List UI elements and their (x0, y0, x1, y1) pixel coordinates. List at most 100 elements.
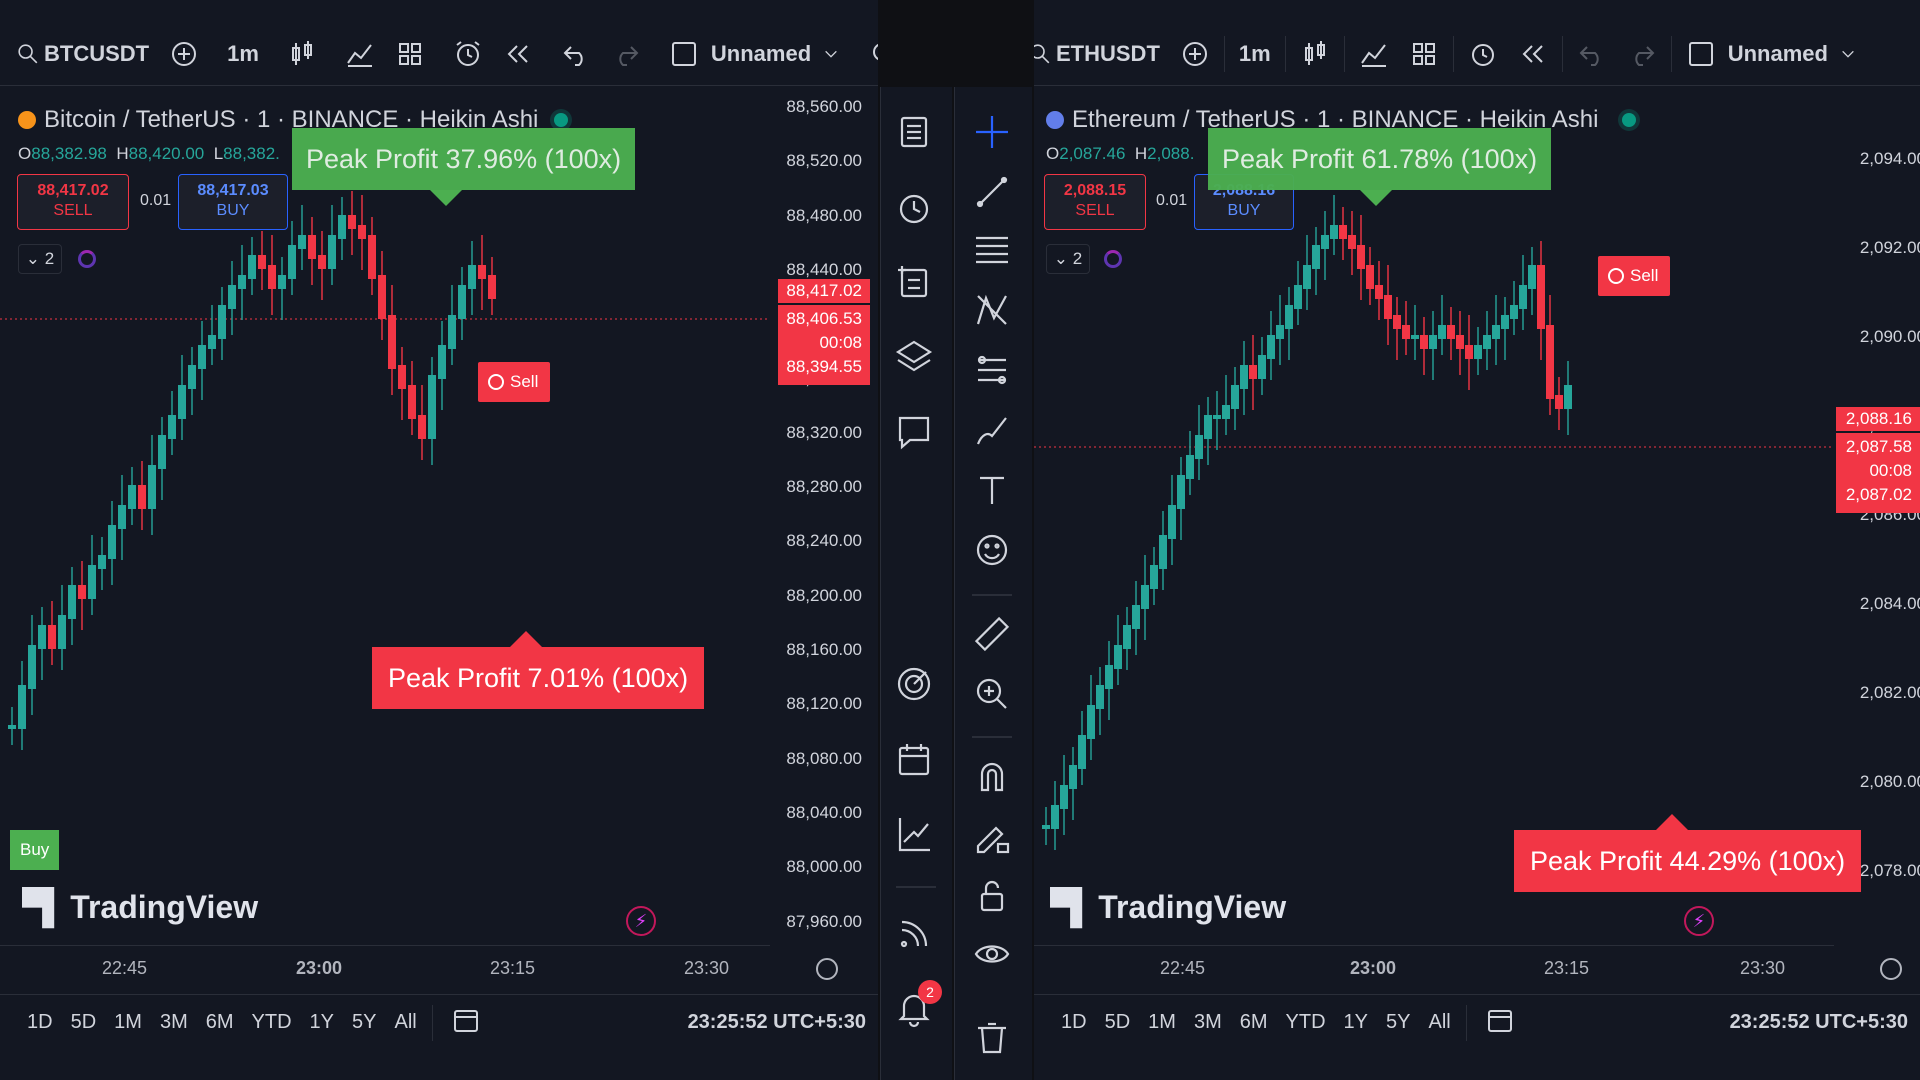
pattern-icon[interactable] (972, 290, 1012, 330)
left-range-6m[interactable]: 6M (197, 1011, 243, 1034)
right-range-1d[interactable]: 1D (1052, 1011, 1096, 1034)
chevron-down-icon (825, 50, 837, 58)
right-qty: 0.01 (1156, 192, 1188, 209)
left-range-all[interactable]: All (385, 1011, 425, 1034)
right-replay-button[interactable] (1508, 32, 1558, 76)
right-time-axis[interactable]: 22:45 23:00 23:15 23:30 (1034, 945, 1834, 987)
left-range-5y[interactable]: 5Y (343, 1011, 385, 1034)
right-compare-button[interactable] (1170, 32, 1220, 76)
left-buy-button[interactable]: 88,417.03 BUY (178, 174, 288, 230)
left-templates-button[interactable] (385, 32, 435, 76)
left-compare-button[interactable] (159, 32, 209, 76)
layers-icon[interactable] (894, 336, 934, 376)
left-symbol-search[interactable]: BTCUSDT (0, 32, 159, 76)
left-chart-type-button[interactable] (277, 32, 327, 76)
left-alert-button[interactable] (443, 32, 493, 76)
ideas-chart-icon[interactable] (894, 814, 934, 854)
right-candle (1195, 435, 1203, 459)
left-range-1d[interactable]: 1D (18, 1011, 62, 1034)
right-indicators-toggle[interactable]: ⌄ 2 (1046, 244, 1090, 274)
left-candle (418, 415, 426, 439)
right-range-5y[interactable]: 5Y (1377, 1011, 1419, 1034)
left-quick-search-button[interactable] (859, 32, 878, 76)
right-symbol-search[interactable]: ETHUSDT (1034, 32, 1170, 76)
right-candle (1339, 225, 1347, 239)
right-goto-date-button[interactable] (1485, 1005, 1515, 1041)
left-range-3m[interactable]: 3M (151, 1011, 197, 1034)
right-candle (1096, 685, 1104, 709)
left-candle (58, 615, 66, 649)
right-alert-button[interactable] (1458, 32, 1508, 76)
right-indicators-button[interactable] (1349, 32, 1399, 76)
right-interval-button[interactable]: 1m (1229, 32, 1281, 76)
right-candle (1528, 265, 1536, 289)
pencil-lock-icon[interactable] (972, 816, 1012, 856)
right-candle (1366, 265, 1374, 289)
left-redo-button[interactable] (601, 32, 651, 76)
right-undo-button[interactable] (1567, 32, 1617, 76)
zoom-in-icon[interactable] (972, 674, 1012, 714)
left-chart-area[interactable] (0, 87, 878, 987)
right-candle (1150, 565, 1158, 589)
right-range-all[interactable]: All (1419, 1011, 1459, 1034)
right-chart-type-button[interactable] (1290, 32, 1340, 76)
right-candle (1492, 325, 1500, 339)
chat-icon[interactable] (894, 412, 934, 452)
right-range-1y[interactable]: 1Y (1335, 1011, 1377, 1034)
right-range-1m[interactable]: 1M (1139, 1011, 1185, 1034)
right-range-5d[interactable]: 5D (1096, 1011, 1140, 1034)
forecast-icon[interactable] (972, 350, 1012, 390)
left-range-1m[interactable]: 1M (105, 1011, 151, 1034)
alerts-clock-icon[interactable] (894, 188, 934, 228)
calendar-icon[interactable] (894, 740, 934, 780)
left-sell-button[interactable]: 88,417.02 SELL (17, 174, 129, 230)
left-range-5d[interactable]: 5D (62, 1011, 106, 1034)
right-lightning-icon[interactable]: ⚡ (1684, 906, 1714, 936)
right-range-3m[interactable]: 3M (1185, 1011, 1231, 1034)
left-indicators-button[interactable] (335, 32, 385, 76)
right-redo-button[interactable] (1617, 32, 1667, 76)
target-icon[interactable] (894, 664, 934, 704)
left-goto-date-button[interactable] (451, 1005, 481, 1041)
left-interval-button[interactable]: 1m (217, 32, 269, 76)
right-layout-button[interactable]: Unnamed (1676, 32, 1868, 76)
trend-line-icon[interactable] (972, 172, 1012, 212)
left-range-ytd[interactable]: YTD (243, 1011, 301, 1034)
watchlist-icon[interactable] (894, 112, 934, 152)
left-buy-label: BUY (216, 202, 250, 219)
right-templates-button[interactable] (1399, 32, 1449, 76)
left-candle (198, 345, 206, 369)
left-undo-button[interactable] (551, 32, 601, 76)
right-range-6m[interactable]: 6M (1231, 1011, 1277, 1034)
left-candle (18, 685, 26, 729)
left-indicators-toggle[interactable]: ⌄ 2 (18, 244, 62, 274)
ruler-icon[interactable] (972, 614, 1012, 654)
right-sell-button[interactable]: 2,088.15 SELL (1044, 174, 1146, 230)
left-replay-button[interactable] (493, 32, 543, 76)
text-tool-icon[interactable] (972, 470, 1012, 510)
left-price-axis-label: 88,040.00 (786, 802, 862, 822)
right-clock[interactable]: 23:25:52 UTC+5:30 (1730, 1011, 1908, 1034)
right-range-ytd[interactable]: YTD (1277, 1011, 1335, 1034)
left-lightning-icon[interactable]: ⚡ (626, 906, 656, 936)
left-axis-settings-icon[interactable] (816, 958, 838, 980)
left-candle (318, 255, 326, 269)
right-candle (1069, 765, 1077, 789)
lock-icon[interactable] (972, 876, 1012, 916)
magnet-icon[interactable] (972, 756, 1012, 796)
emoji-icon[interactable] (972, 530, 1012, 570)
left-layout-button[interactable]: Unnamed (659, 32, 851, 76)
signal-feed-icon[interactable] (894, 912, 934, 952)
left-range-1y[interactable]: 1Y (301, 1011, 343, 1034)
trash-icon[interactable] (972, 1018, 1012, 1058)
eye-icon[interactable] (972, 934, 1012, 974)
left-candle (158, 435, 166, 469)
brush-icon[interactable] (972, 410, 1012, 450)
left-clock[interactable]: 23:25:52 UTC+5:30 (688, 1011, 866, 1034)
left-time-axis[interactable]: 22:45 23:00 23:15 23:30 (0, 945, 770, 987)
crosshair-icon[interactable] (972, 112, 1012, 152)
object-tree-icon[interactable] (894, 262, 934, 302)
right-axis-settings-icon[interactable] (1880, 958, 1902, 980)
fib-retracement-icon[interactable] (972, 230, 1012, 270)
left-price-axis[interactable]: 88,560.0088,520.0088,480.0088,440.0088,4… (770, 87, 878, 987)
